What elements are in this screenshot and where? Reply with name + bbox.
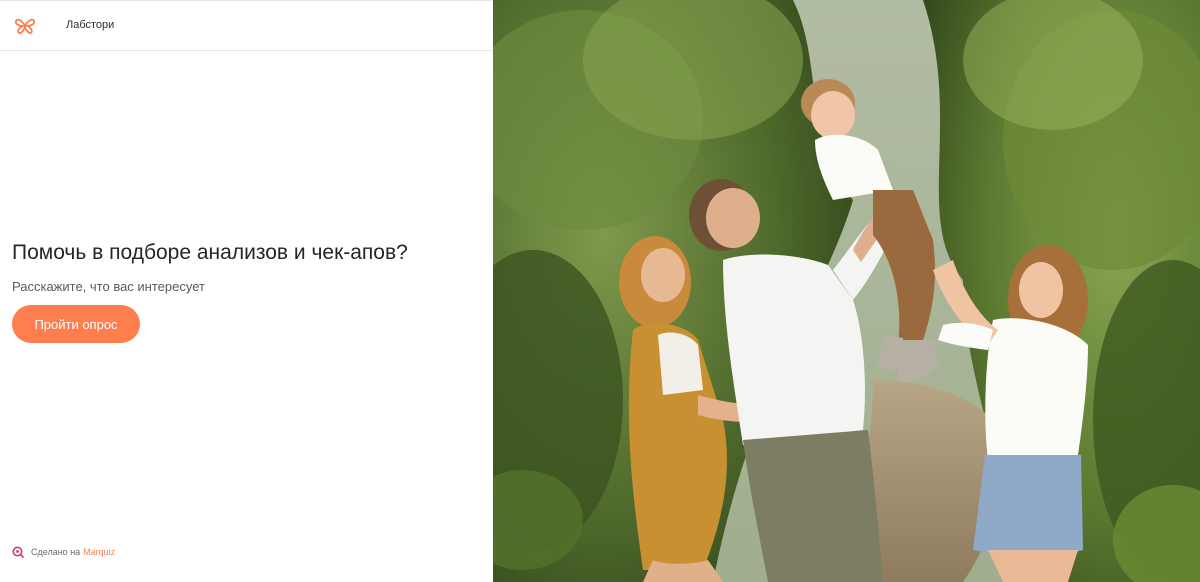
marquiz-icon: [12, 546, 24, 558]
header: Лабстори: [0, 0, 493, 51]
marquiz-link[interactable]: Marquiz: [83, 547, 115, 557]
butterfly-icon: [14, 18, 36, 35]
footer: Сделано на Marquiz: [12, 545, 115, 559]
brand-name: Лабстори: [66, 19, 115, 31]
hero-section: Помочь в подборе анализов и чек-апов? Ра…: [12, 239, 482, 343]
page-title: Помочь в подборе анализов и чек-апов?: [12, 241, 408, 264]
start-quiz-button[interactable]: Пройти опрос: [12, 305, 140, 343]
left-panel: Лабстори Помочь в подборе анализов и чек…: [0, 0, 493, 582]
quiz-start-page: Лабстори Помочь в подборе анализов и чек…: [0, 0, 1200, 582]
made-with-label: Сделано на: [31, 547, 81, 557]
family-photo: [493, 0, 1200, 582]
page-subtitle: Расскажите, что вас интересует: [12, 279, 205, 294]
family-photo-illustration: [493, 0, 1200, 582]
